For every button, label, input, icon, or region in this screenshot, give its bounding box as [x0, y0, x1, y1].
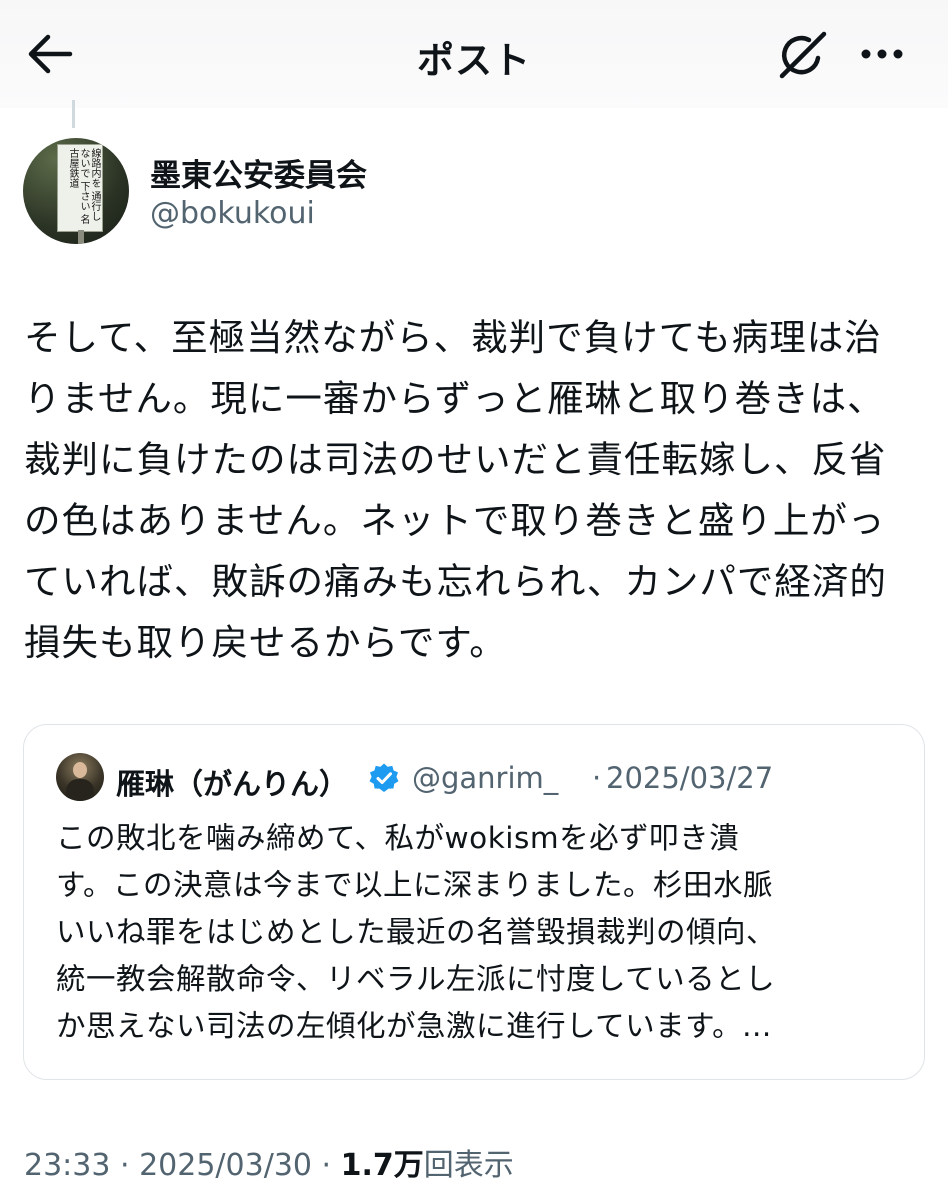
post-metadata: 23:33 · 2025/03/30 · 1.7万回表示 [24, 1140, 514, 1184]
author-avatar[interactable]: 線路内を 通行しないで 下さい 名古屋鉄道 [23, 138, 129, 244]
post-date: 2025/03/30 [139, 1148, 312, 1183]
avatar-sign: 線路内を 通行しないで 下さい 名古屋鉄道 [57, 144, 103, 232]
meta-separator: · [312, 1148, 341, 1183]
view-count-label: 回表示 [423, 1148, 514, 1183]
quoted-date: 2025/03/27 [606, 761, 774, 795]
quoted-post-card[interactable]: 雁琳（がんりん） @ganrim_ · 2025/03/27 この敗北を噛み締め… [23, 724, 925, 1080]
grok-icon [779, 31, 827, 79]
quoted-post-text: この敗北を噛み締めて、私がwokismを必ず叩き潰 す。この決意は今まで以上に深… [56, 821, 777, 1043]
avatar-figure-face [73, 762, 87, 778]
author-display-name[interactable]: 墨東公安委員会 [150, 150, 367, 195]
view-count[interactable]: 1.7万 [341, 1148, 424, 1183]
meta-separator: · [110, 1148, 140, 1183]
post-time: 23:33 [24, 1148, 111, 1183]
quoted-author-handle: @ganrim_ [412, 761, 559, 795]
more-options-button[interactable] [856, 28, 912, 82]
quoted-author-avatar [56, 753, 104, 801]
quoted-separator: · [592, 761, 602, 795]
avatar-sign-pole [78, 230, 84, 244]
verified-badge-icon [369, 763, 399, 792]
author-handle[interactable]: @bokukoui [150, 196, 315, 231]
top-bar: ポスト [0, 0, 948, 108]
post-text: そして、至極当然ながら、裁判で負けても病理は治 りません。現に一審からずっと雁琳… [24, 316, 887, 664]
grok-button[interactable] [774, 28, 830, 82]
avatar-figure-body [66, 779, 94, 801]
quoted-author-name: 雁琳（がんりん） [116, 767, 349, 801]
more-horizontal-icon [861, 49, 903, 59]
thread-connector-line [72, 100, 75, 128]
